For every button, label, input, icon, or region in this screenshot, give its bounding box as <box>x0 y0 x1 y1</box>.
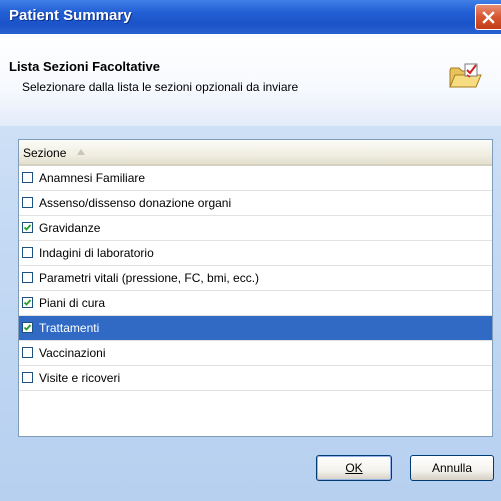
checkbox-unchecked[interactable] <box>22 247 33 258</box>
list-item-label: Assenso/dissenso donazione organi <box>39 196 232 210</box>
checkbox-unchecked[interactable] <box>22 347 33 358</box>
list-item[interactable]: Visite e ricoveri <box>19 366 492 391</box>
cancel-button-label: Annulla <box>431 461 473 475</box>
dialog-header: Lista Sezioni Facoltative Selezionare da… <box>0 34 501 126</box>
list-item[interactable]: Piani di cura <box>19 291 492 316</box>
checkbox-unchecked[interactable] <box>22 372 33 383</box>
list-item-label: Anamnesi Familiare <box>39 171 146 185</box>
checkmark-icon <box>23 224 32 231</box>
list-item[interactable]: Indagini di laboratorio <box>19 241 492 266</box>
checkbox-checked[interactable] <box>22 322 33 333</box>
list-item-label: Visite e ricoveri <box>39 371 121 385</box>
ok-button-label: OK <box>345 461 363 475</box>
checkmark-icon <box>23 324 32 331</box>
close-icon <box>482 11 495 24</box>
list-item[interactable]: Anamnesi Familiare <box>19 166 492 191</box>
list-item[interactable]: Gravidanze <box>19 216 492 241</box>
checkbox-checked[interactable] <box>22 297 33 308</box>
list-item-label: Parametri vitali (pressione, FC, bmi, ec… <box>39 271 260 285</box>
list-item-label: Trattamenti <box>39 321 100 335</box>
title-bar[interactable]: Patient Summary <box>0 0 501 34</box>
list-item[interactable]: Parametri vitali (pressione, FC, bmi, ec… <box>19 266 492 291</box>
sort-ascending-icon <box>77 149 85 155</box>
checkmark-icon <box>23 299 32 306</box>
list-item-label: Gravidanze <box>39 221 101 235</box>
header-subtitle: Selezionare dalla lista le sezioni opzio… <box>22 80 299 94</box>
checkbox-unchecked[interactable] <box>22 272 33 283</box>
list-item[interactable]: Assenso/dissenso donazione organi <box>19 191 492 216</box>
header-title: Lista Sezioni Facoltative <box>9 59 160 74</box>
folder-checklist-icon <box>449 63 482 88</box>
list-item-label: Piani di cura <box>39 296 106 310</box>
checkbox-unchecked[interactable] <box>22 172 33 183</box>
patient-summary-dialog: Patient Summary Lista Sezioni Facoltativ… <box>0 0 501 501</box>
list-item-label: Indagini di laboratorio <box>39 246 154 260</box>
close-button[interactable] <box>475 4 501 30</box>
list-item[interactable]: Vaccinazioni <box>19 341 492 366</box>
checkbox-unchecked[interactable] <box>22 197 33 208</box>
ok-button[interactable]: OK <box>316 455 392 481</box>
checkbox-checked[interactable] <box>22 222 33 233</box>
sections-list[interactable]: Sezione Anamnesi Familiare Assenso/dissen… <box>18 139 493 437</box>
list-item-label: Vaccinazioni <box>39 346 106 360</box>
cancel-button[interactable]: Annulla <box>410 455 494 481</box>
column-header-sezione[interactable]: Sezione <box>19 140 492 166</box>
column-header-label: Sezione <box>23 146 67 160</box>
list-item[interactable]: Trattamenti <box>19 316 492 341</box>
window-title: Patient Summary <box>9 7 132 24</box>
